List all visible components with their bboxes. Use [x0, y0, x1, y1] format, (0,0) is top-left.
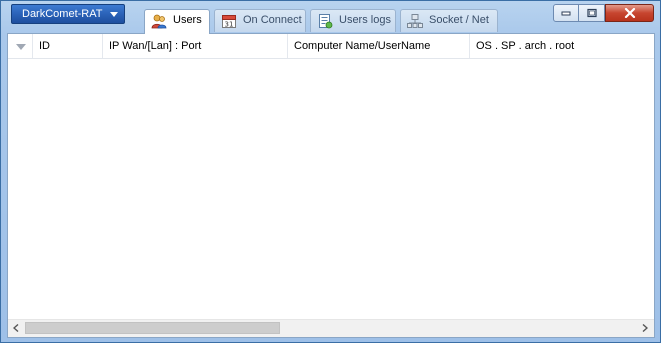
network-icon: [407, 13, 423, 29]
column-header-os[interactable]: OS . SP . arch . root: [470, 34, 654, 58]
grid-header: ID IP Wan/[Lan] : Port Computer Name/Use…: [8, 34, 654, 59]
scroll-left-button[interactable]: [8, 320, 25, 337]
scroll-right-button[interactable]: [637, 320, 654, 337]
maximize-icon: [586, 8, 597, 18]
tab-users-logs-label: Users logs: [339, 14, 391, 26]
tab-on-connect[interactable]: 31 On Connect: [214, 9, 306, 32]
tab-socket-net[interactable]: Socket / Net: [400, 9, 498, 32]
tab-users-logs[interactable]: Users logs: [310, 9, 396, 32]
horizontal-scrollbar[interactable]: [8, 319, 654, 337]
column-header-computer-user[interactable]: Computer Name/UserName: [288, 34, 470, 58]
maximize-button[interactable]: [579, 4, 605, 22]
sort-column-header[interactable]: [8, 34, 33, 58]
column-header-ip-port[interactable]: IP Wan/[Lan] : Port: [103, 34, 288, 58]
close-icon: [624, 8, 635, 18]
chevron-down-icon: [110, 12, 118, 17]
tab-on-connect-label: On Connect: [243, 14, 302, 26]
users-icon: [151, 13, 167, 29]
minimize-icon: [561, 11, 571, 16]
window-controls: [553, 4, 654, 22]
minimize-button[interactable]: [553, 4, 579, 22]
tab-users[interactable]: Users: [144, 9, 210, 34]
chevron-right-icon: [642, 324, 648, 332]
calendar-icon: 31: [221, 13, 237, 29]
log-document-icon: [317, 13, 333, 29]
chevron-left-icon: [13, 324, 19, 332]
tab-socket-net-label: Socket / Net: [429, 14, 489, 26]
users-grid-panel: ID IP Wan/[Lan] : Port Computer Name/Use…: [7, 33, 655, 338]
app-menu-label: DarkComet-RAT: [22, 8, 103, 20]
grid-body[interactable]: [8, 59, 654, 320]
app-menu-button[interactable]: DarkComet-RAT: [11, 4, 125, 24]
column-header-id[interactable]: ID: [33, 34, 103, 58]
svg-text:31: 31: [225, 21, 234, 29]
scrollbar-thumb[interactable]: [25, 322, 280, 334]
sort-down-icon: [16, 44, 26, 50]
tab-users-label: Users: [173, 14, 202, 26]
close-button[interactable]: [605, 4, 654, 22]
main-window: DarkComet-RAT Users 31 On Connect Users …: [0, 0, 661, 343]
